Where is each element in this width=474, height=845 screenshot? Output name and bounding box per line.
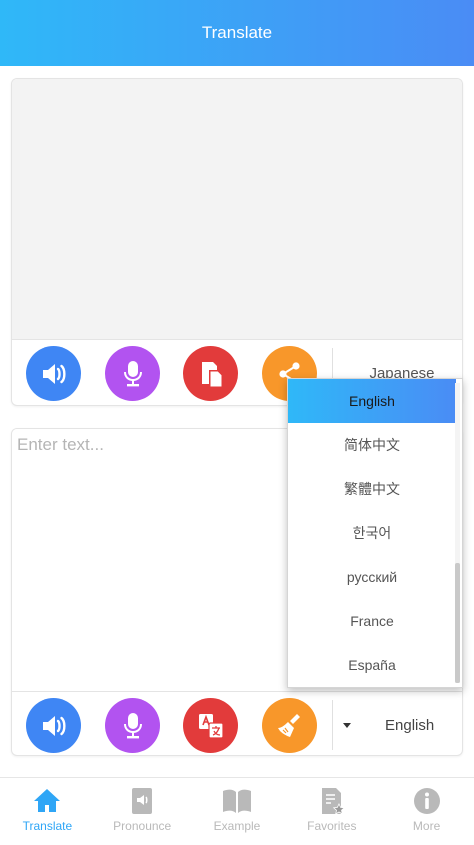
info-icon xyxy=(413,788,440,814)
microphone-icon xyxy=(123,712,142,738)
dropdown-scrollbar[interactable] xyxy=(455,383,460,683)
dropdown-scrollbar-thumb[interactable] xyxy=(455,563,460,683)
nav-item-translate[interactable]: Translate xyxy=(0,778,95,845)
nav-item-more[interactable]: More xyxy=(379,778,474,845)
speaker-icon xyxy=(42,363,66,384)
speaker-icon xyxy=(42,715,66,736)
dropdown-option-french[interactable]: France xyxy=(288,599,456,643)
language-dropdown: English 简体中文 繁體中文 한국어 русский France Esp… xyxy=(287,378,463,688)
favorites-icon xyxy=(321,788,346,815)
nav-label-pronounce: Pronounce xyxy=(113,819,172,833)
speak-input-button[interactable] xyxy=(26,698,81,753)
dropdown-option-russian[interactable]: русский xyxy=(288,555,456,599)
dropdown-option-english[interactable]: English xyxy=(288,379,456,423)
dropdown-option-traditional-chinese[interactable]: 繁體中文 xyxy=(288,467,456,511)
microphone-icon xyxy=(123,360,142,386)
copy-icon xyxy=(201,361,222,387)
translate-icon xyxy=(198,713,224,739)
translate-button[interactable] xyxy=(183,698,238,753)
app-header: Translate xyxy=(0,0,474,66)
voice-input-button[interactable] xyxy=(105,698,160,753)
page-title: Translate xyxy=(201,23,273,42)
translation-output xyxy=(12,79,462,339)
translation-output-panel: Japanese xyxy=(11,78,463,406)
nav-label-favorites: Favorites xyxy=(307,819,357,833)
dropdown-option-simplified-chinese[interactable]: 简体中文 xyxy=(288,423,456,467)
clear-button[interactable] xyxy=(262,698,317,753)
nav-item-pronounce[interactable]: Pronounce xyxy=(95,778,190,845)
mic-output-button[interactable] xyxy=(105,346,160,401)
home-icon xyxy=(34,789,61,812)
book-icon xyxy=(222,789,251,813)
nav-label-translate: Translate xyxy=(22,819,73,833)
source-language-label: English xyxy=(385,716,435,734)
nav-item-favorites[interactable]: Favorites xyxy=(284,778,379,845)
dropdown-option-spanish[interactable]: España xyxy=(288,643,456,687)
nav-item-example[interactable]: Example xyxy=(190,778,285,845)
source-language-selector[interactable]: English xyxy=(334,692,462,755)
copy-button[interactable] xyxy=(183,346,238,401)
nav-label-example: Example xyxy=(213,819,261,833)
broom-icon xyxy=(277,713,300,737)
speak-output-button[interactable] xyxy=(26,346,81,401)
caret-down-icon xyxy=(343,722,351,728)
action-divider xyxy=(332,700,333,750)
bottom-navigation: Translate Pronounce Example Favorites Mo… xyxy=(0,777,474,845)
nav-label-more: More xyxy=(412,819,441,833)
pronounce-icon xyxy=(132,788,153,814)
input-action-bar: English xyxy=(12,691,462,755)
dropdown-option-korean[interactable]: 한국어 xyxy=(288,511,456,555)
